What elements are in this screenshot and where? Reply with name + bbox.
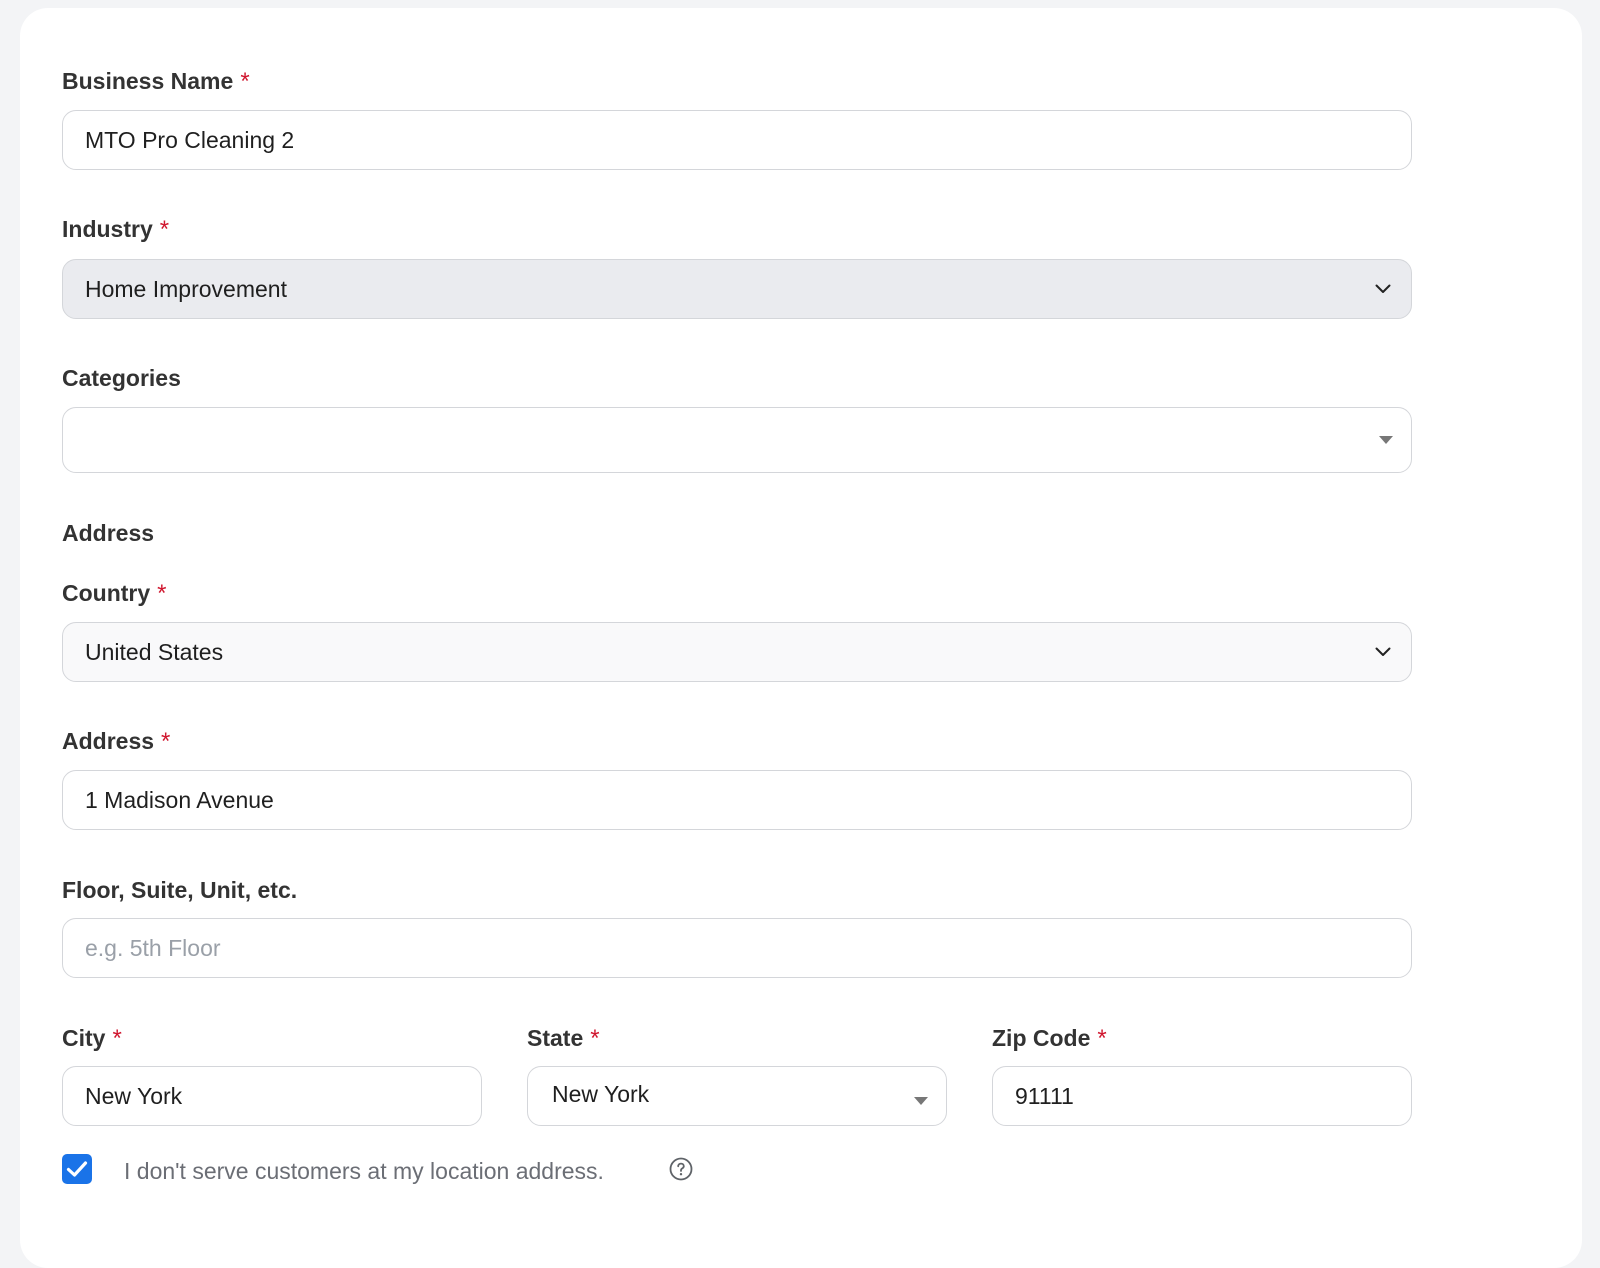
no-customers-checkbox[interactable] [62,1154,92,1184]
city-label-text: City [62,1025,106,1051]
required-marker: * [240,68,250,95]
caret-down-icon [914,1097,928,1105]
country-select[interactable]: United States [62,622,1412,682]
chevron-down-icon [1375,647,1391,656]
state-label-text: State [527,1025,584,1051]
country-label: Country * [62,582,167,606]
question-circle-icon[interactable] [669,1157,693,1181]
zip-input[interactable]: 91111 [992,1066,1412,1126]
zip-label-text: Zip Code [992,1025,1091,1051]
required-marker: * [1097,1025,1107,1052]
industry-label: Industry * [62,218,169,242]
address-section-heading: Address [62,522,154,545]
address-section-text: Address [62,520,155,546]
chevron-down-icon [1375,284,1391,293]
industry-select[interactable]: Home Improvement [62,259,1412,319]
city-label: City * [62,1027,122,1051]
business-name-input[interactable]: MTO Pro Cleaning 2 [62,110,1412,170]
categories-label: Categories [62,367,181,390]
business-name-label-text: Business Name [62,68,234,94]
state-value: New York [552,1081,650,1107]
required-marker: * [159,216,170,243]
address-label: Address * [62,730,170,754]
categories-select[interactable] [62,407,1412,473]
floor-label: Floor, Suite, Unit, etc. [62,879,297,902]
caret-down-icon [1379,436,1393,444]
required-marker: * [161,728,171,755]
required-marker: * [590,1025,600,1052]
address-label-text: Address [62,728,155,754]
floor-input[interactable]: e.g. 5th Floor [62,918,1412,978]
zip-label: Zip Code * [992,1027,1107,1051]
address-value: 1 Madison Avenue [85,786,274,813]
city-input[interactable]: New York [62,1066,482,1126]
state-label: State * [527,1027,600,1051]
form-card: Business Name * MTO Pro Cleaning 2 Indust… [20,8,1582,1268]
country-label-text: Country [62,580,151,606]
business-name-value: MTO Pro Cleaning 2 [85,126,295,153]
no-customers-label: I don't serve customers at my location a… [124,1158,604,1184]
industry-value: Home Improvement [85,275,287,302]
industry-label-text: Industry [62,216,153,242]
zip-value: 91111 [1015,1082,1074,1109]
check-icon [66,1161,88,1177]
required-marker: * [112,1025,122,1052]
floor-label-text: Floor, Suite, Unit, etc. [62,877,298,903]
city-value: New York [85,1082,183,1109]
country-value: United States [85,638,224,665]
floor-placeholder: e.g. 5th Floor [85,934,221,961]
address-input[interactable]: 1 Madison Avenue [62,770,1412,830]
business-name-label: Business Name * [62,70,250,94]
state-select[interactable]: New York [527,1066,947,1126]
categories-label-text: Categories [62,365,181,391]
required-marker: * [157,580,167,607]
